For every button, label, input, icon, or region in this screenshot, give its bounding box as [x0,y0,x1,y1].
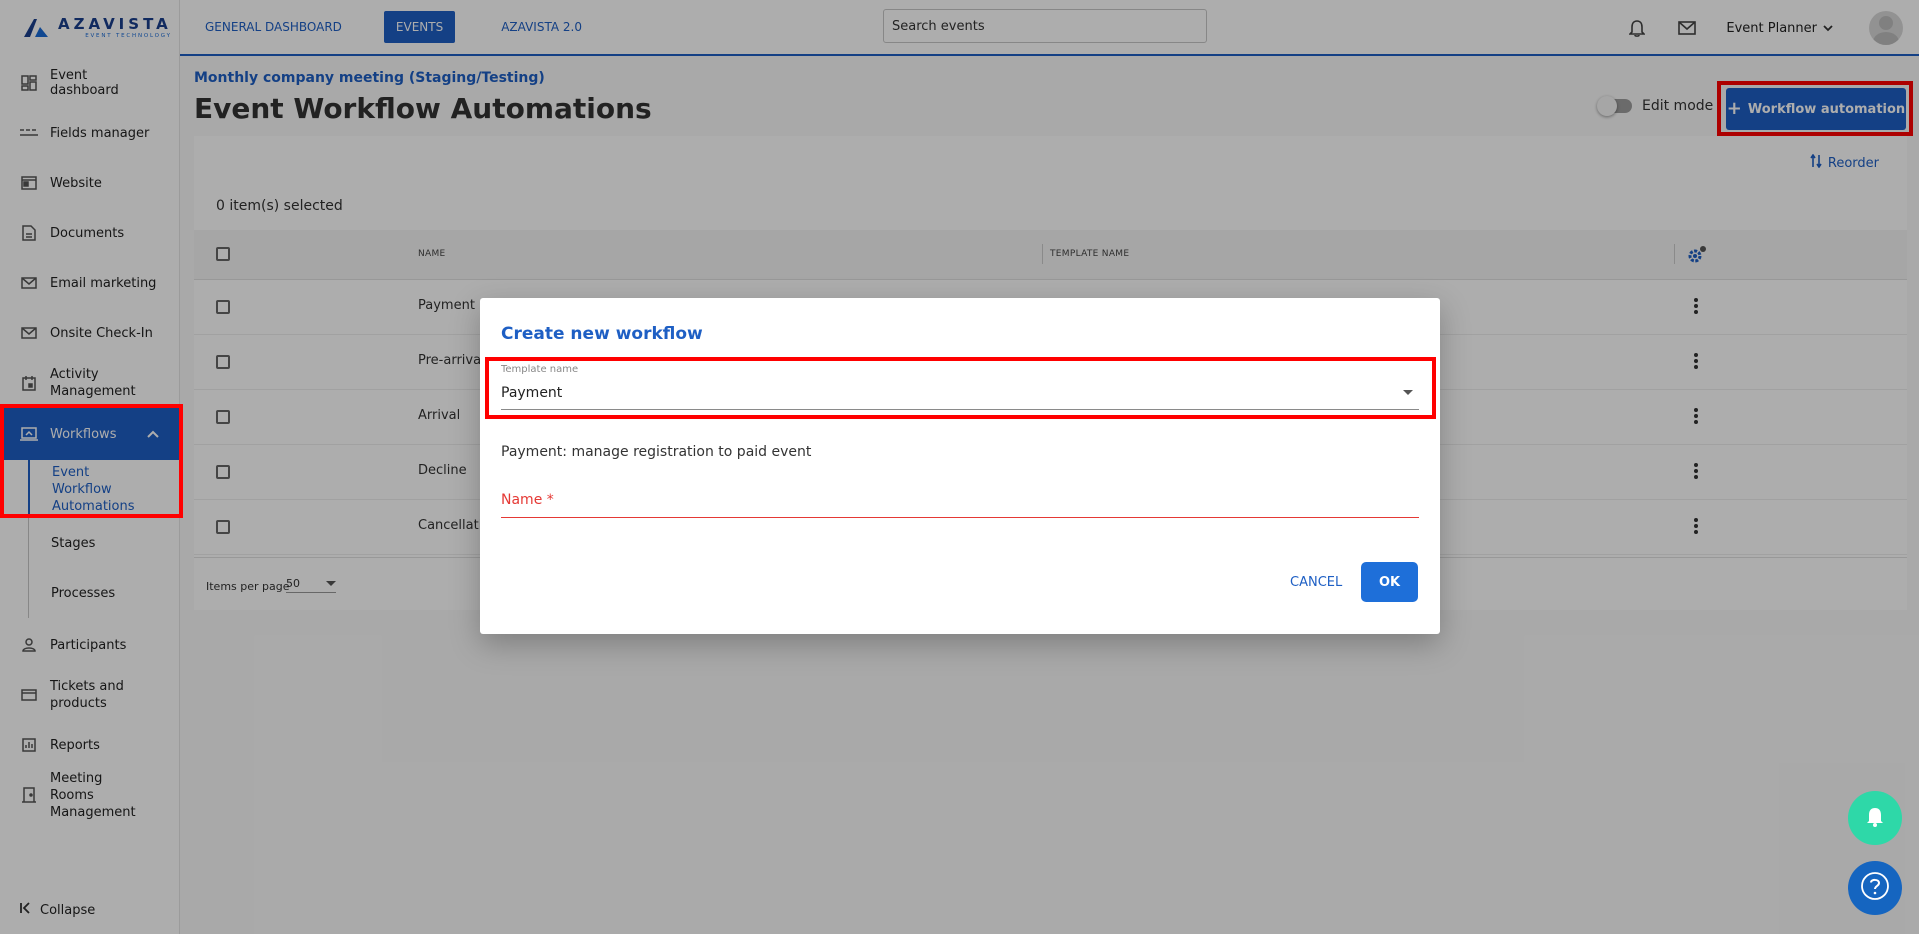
help-icon [1860,871,1890,905]
highlight-box [0,404,183,518]
bell-icon [1865,805,1885,831]
ok-button[interactable]: OK [1361,562,1418,602]
name-label: Name * [501,492,554,508]
help-fab[interactable] [1848,861,1902,915]
template-name-value: Payment [501,385,563,401]
template-description: Payment: manage registration to paid eve… [501,444,812,460]
caret-down-icon [1403,390,1413,395]
dialog-title: Create new workflow [501,324,703,344]
template-name-label: Template name [501,364,579,375]
cancel-button[interactable]: CANCEL [1280,562,1352,602]
create-workflow-dialog: Create new workflow Template name Paymen… [480,298,1440,634]
name-input[interactable]: Name * [501,492,1419,518]
notification-fab[interactable] [1848,791,1902,845]
template-name-select[interactable]: Template name Payment [501,360,1419,410]
